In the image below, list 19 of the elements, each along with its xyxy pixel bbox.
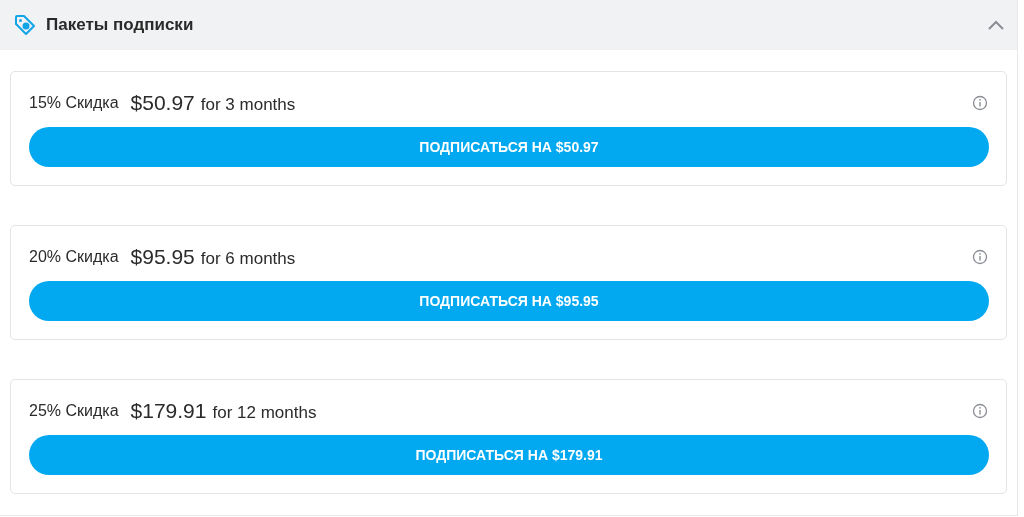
price-tag-icon [14,14,36,36]
section-header[interactable]: Пакеты подписки [0,0,1017,50]
discount-label: 20% Скидка [29,248,119,266]
package-term: for 6 months [200,249,296,269]
section-title: Пакеты подписки [46,15,195,35]
package-price: $179.91 [130,399,207,423]
subscribe-button[interactable]: ПОДПИСАТЬСЯ НА $50.97 [29,127,989,167]
package-price: $95.95 [130,245,195,269]
package-term: for 3 months [200,95,296,115]
subscribe-button[interactable]: ПОДПИСАТЬСЯ НА $95.95 [29,281,989,321]
chevron-up-icon[interactable] [987,19,1005,31]
info-icon[interactable] [972,249,988,265]
subscribe-button[interactable]: ПОДПИСАТЬСЯ НА $179.91 [29,435,989,475]
package-price: $50.97 [130,91,195,115]
discount-label: 25% Скидка [29,402,119,420]
info-icon[interactable] [972,95,988,111]
package-term: for 12 months [212,403,317,423]
info-icon[interactable] [972,403,988,419]
discount-label: 15% Скидка [29,94,119,112]
